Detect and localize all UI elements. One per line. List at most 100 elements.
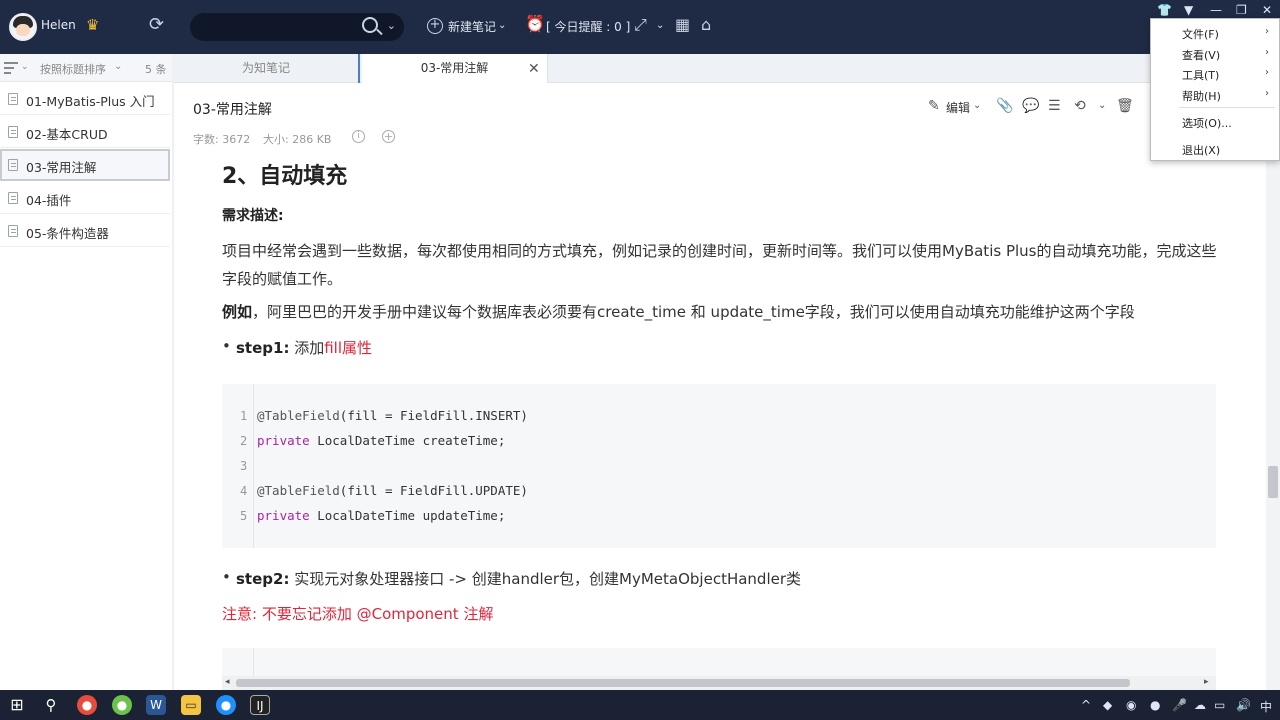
skin-icon[interactable]: 👕 [1157,3,1172,17]
network-icon[interactable]: ▭ [1214,698,1225,712]
close-icon[interactable]: ✕ [1262,3,1272,17]
tab-current-note[interactable]: 03-常用注解 [362,54,548,83]
chevron-right-icon: › [1265,67,1269,78]
folder-icon[interactable]: ▭ [181,695,201,715]
code-line: @TableField(fill = FieldFill.INSERT) [257,408,528,423]
chevron-down-icon[interactable]: ⌄ [498,20,506,31]
cloud-icon[interactable]: ☁ [1194,698,1206,712]
list-item[interactable]: 03-常用注解 [0,149,170,181]
step2-item: step2: 实现元对象处理器接口 -> 创建handler包，创建MyMeta… [222,568,801,589]
browser-icon[interactable]: ● [216,695,236,715]
sort-icon[interactable] [4,62,18,74]
restore-icon[interactable]: ❐ [1236,3,1247,17]
edit-button[interactable]: 编辑 [946,99,970,116]
chevron-down-icon[interactable]: ⌄ [21,62,29,72]
list-item[interactable]: 05-条件构造器 [0,215,170,247]
chevron-right-icon: › [1265,26,1269,37]
code-line: private LocalDateTime updateTime; [257,508,506,523]
reminder-button[interactable]: [ 今日提醒 : 0 ] [546,18,630,35]
search-icon[interactable] [362,17,378,33]
code-line: @TableField(fill = FieldFill.UPDATE) [257,483,528,498]
horizontal-scrollbar[interactable]: ◂ ▸ [222,676,1216,690]
list-item[interactable]: 04-插件 [0,182,170,214]
code-block[interactable] [222,648,1216,678]
tray-app-icon[interactable]: ● [1150,698,1160,712]
alarm-clock-icon[interactable]: ⏰ [525,14,545,33]
menu-item-help[interactable]: 帮助(H) [1182,88,1221,104]
tab-wiz-note[interactable]: 为知笔记 [174,54,360,83]
note-count: 5 条 [145,63,167,76]
history-icon[interactable]: ⟲ [1074,98,1086,114]
windows-start-icon[interactable]: ⊞ [7,695,27,715]
scroll-thumb[interactable] [1268,466,1278,498]
trash-icon[interactable]: 🗑 [1116,98,1134,114]
minimize-icon[interactable]: — [1210,3,1222,17]
line-gutter [222,648,254,678]
search-icon[interactable]: ⚲ [41,695,61,715]
chevron-down-icon[interactable]: ⌄ [1098,100,1106,111]
ime-indicator[interactable]: 中 [1260,698,1272,715]
scroll-thumb[interactable] [236,679,1130,687]
code-line: private LocalDateTime createTime; [257,433,506,448]
microphone-icon[interactable]: 🎤 [1172,698,1187,712]
search-input[interactable]: ⌄ [190,13,404,41]
info-icon[interactable]: i [352,130,365,143]
note-list: 01-MyBatis-Plus 入门 02-基本CRUD 03-常用注解 04-… [0,83,172,690]
code-block[interactable]: 1 @TableField(fill = FieldFill.INSERT) 2… [222,384,1216,548]
note-title[interactable]: 03-常用注解 [193,99,272,119]
outline-icon[interactable]: ☰ [1048,98,1061,114]
document-icon [8,159,18,171]
chevron-right-icon: › [1265,88,1269,99]
plus-icon[interactable]: + [427,18,443,34]
list-item[interactable]: 01-MyBatis-Plus 入门 [0,83,170,115]
taskbar: ⊞ ⚲ ● ● W ▭ ● IJ ^ ◆ ◉ ● 🎤 ☁ ▭ 🔊 中 [0,690,1280,720]
chevron-down-icon[interactable]: ⌄ [656,20,664,31]
intellij-icon[interactable]: IJ [250,695,270,715]
chevron-down-icon[interactable]: ⌄ [973,100,981,111]
chevron-right-icon: › [1265,47,1269,58]
avatar[interactable] [9,13,37,41]
chrome-icon[interactable]: ● [77,695,97,715]
username[interactable]: Helen [41,18,76,32]
word-icon[interactable]: W [146,695,166,715]
document-icon [8,126,18,138]
scroll-left-icon[interactable]: ◂ [225,677,230,687]
menu-down-icon[interactable]: ▼ [1184,3,1193,17]
comment-icon[interactable]: 💬 [1022,98,1039,114]
menu-item-tools[interactable]: 工具(T) [1182,67,1219,83]
expand-icon[interactable]: ⤢ [634,15,647,35]
volume-icon[interactable]: 🔊 [1236,698,1251,712]
menu-item-options[interactable]: 选项(O)... [1182,115,1232,131]
home-icon[interactable]: ⌂ [701,15,711,34]
new-note-button[interactable]: 新建笔记 [448,18,496,35]
add-icon[interactable]: + [382,130,395,143]
section-heading: 2、自动填充 [222,164,348,189]
scroll-right-icon[interactable]: ▸ [1204,677,1209,687]
tray-app-icon[interactable]: ◉ [1126,698,1136,712]
main-menu: 文件(F) › 查看(V) › 工具(T) › 帮助(H) › 选项(O)...… [1150,18,1280,161]
note-content[interactable]: 2、自动填充 需求描述: 项目中经常会遇到一些数据，每次都使用相同的方式填充，例… [174,150,1266,678]
menu-item-view[interactable]: 查看(V) [1182,47,1220,63]
tray-chevron-icon[interactable]: ^ [1081,698,1091,712]
tab-bar: 为知笔记 03-常用注解 [174,54,1280,83]
menu-item-exit[interactable]: 退出(X) [1182,142,1220,158]
edit-icon[interactable]: ✎ [928,98,940,114]
line-gutter [222,384,254,548]
app-icon[interactable]: ● [112,695,132,715]
grid-icon[interactable]: ▦ [675,15,690,34]
chevron-down-icon[interactable]: ⌄ [114,61,122,72]
close-tab-icon[interactable]: ✕ [528,61,540,77]
description-paragraph: 项目中经常会遇到一些数据，每次都使用相同的方式填充，例如记录的创建时间，更新时间… [222,242,1217,288]
tray-app-icon[interactable]: ◆ [1103,698,1112,712]
chevron-down-icon[interactable]: ⌄ [387,19,396,32]
vertical-scrollbar[interactable] [1266,150,1280,690]
menu-item-file[interactable]: 文件(F) [1182,26,1219,42]
crown-icon[interactable]: ♛ [86,16,99,34]
sync-icon[interactable]: ⟳ [149,14,164,35]
word-count: 字数: 3672 [193,133,251,146]
sort-bar: ⌄ 按照标题排序 ⌄ 5 条 [0,54,172,82]
list-item[interactable]: 02-基本CRUD [0,116,170,148]
requirement-title: 需求描述: [222,208,284,224]
sort-dropdown[interactable]: 按照标题排序 [40,61,106,77]
attachment-icon[interactable]: 📎 [996,98,1013,114]
